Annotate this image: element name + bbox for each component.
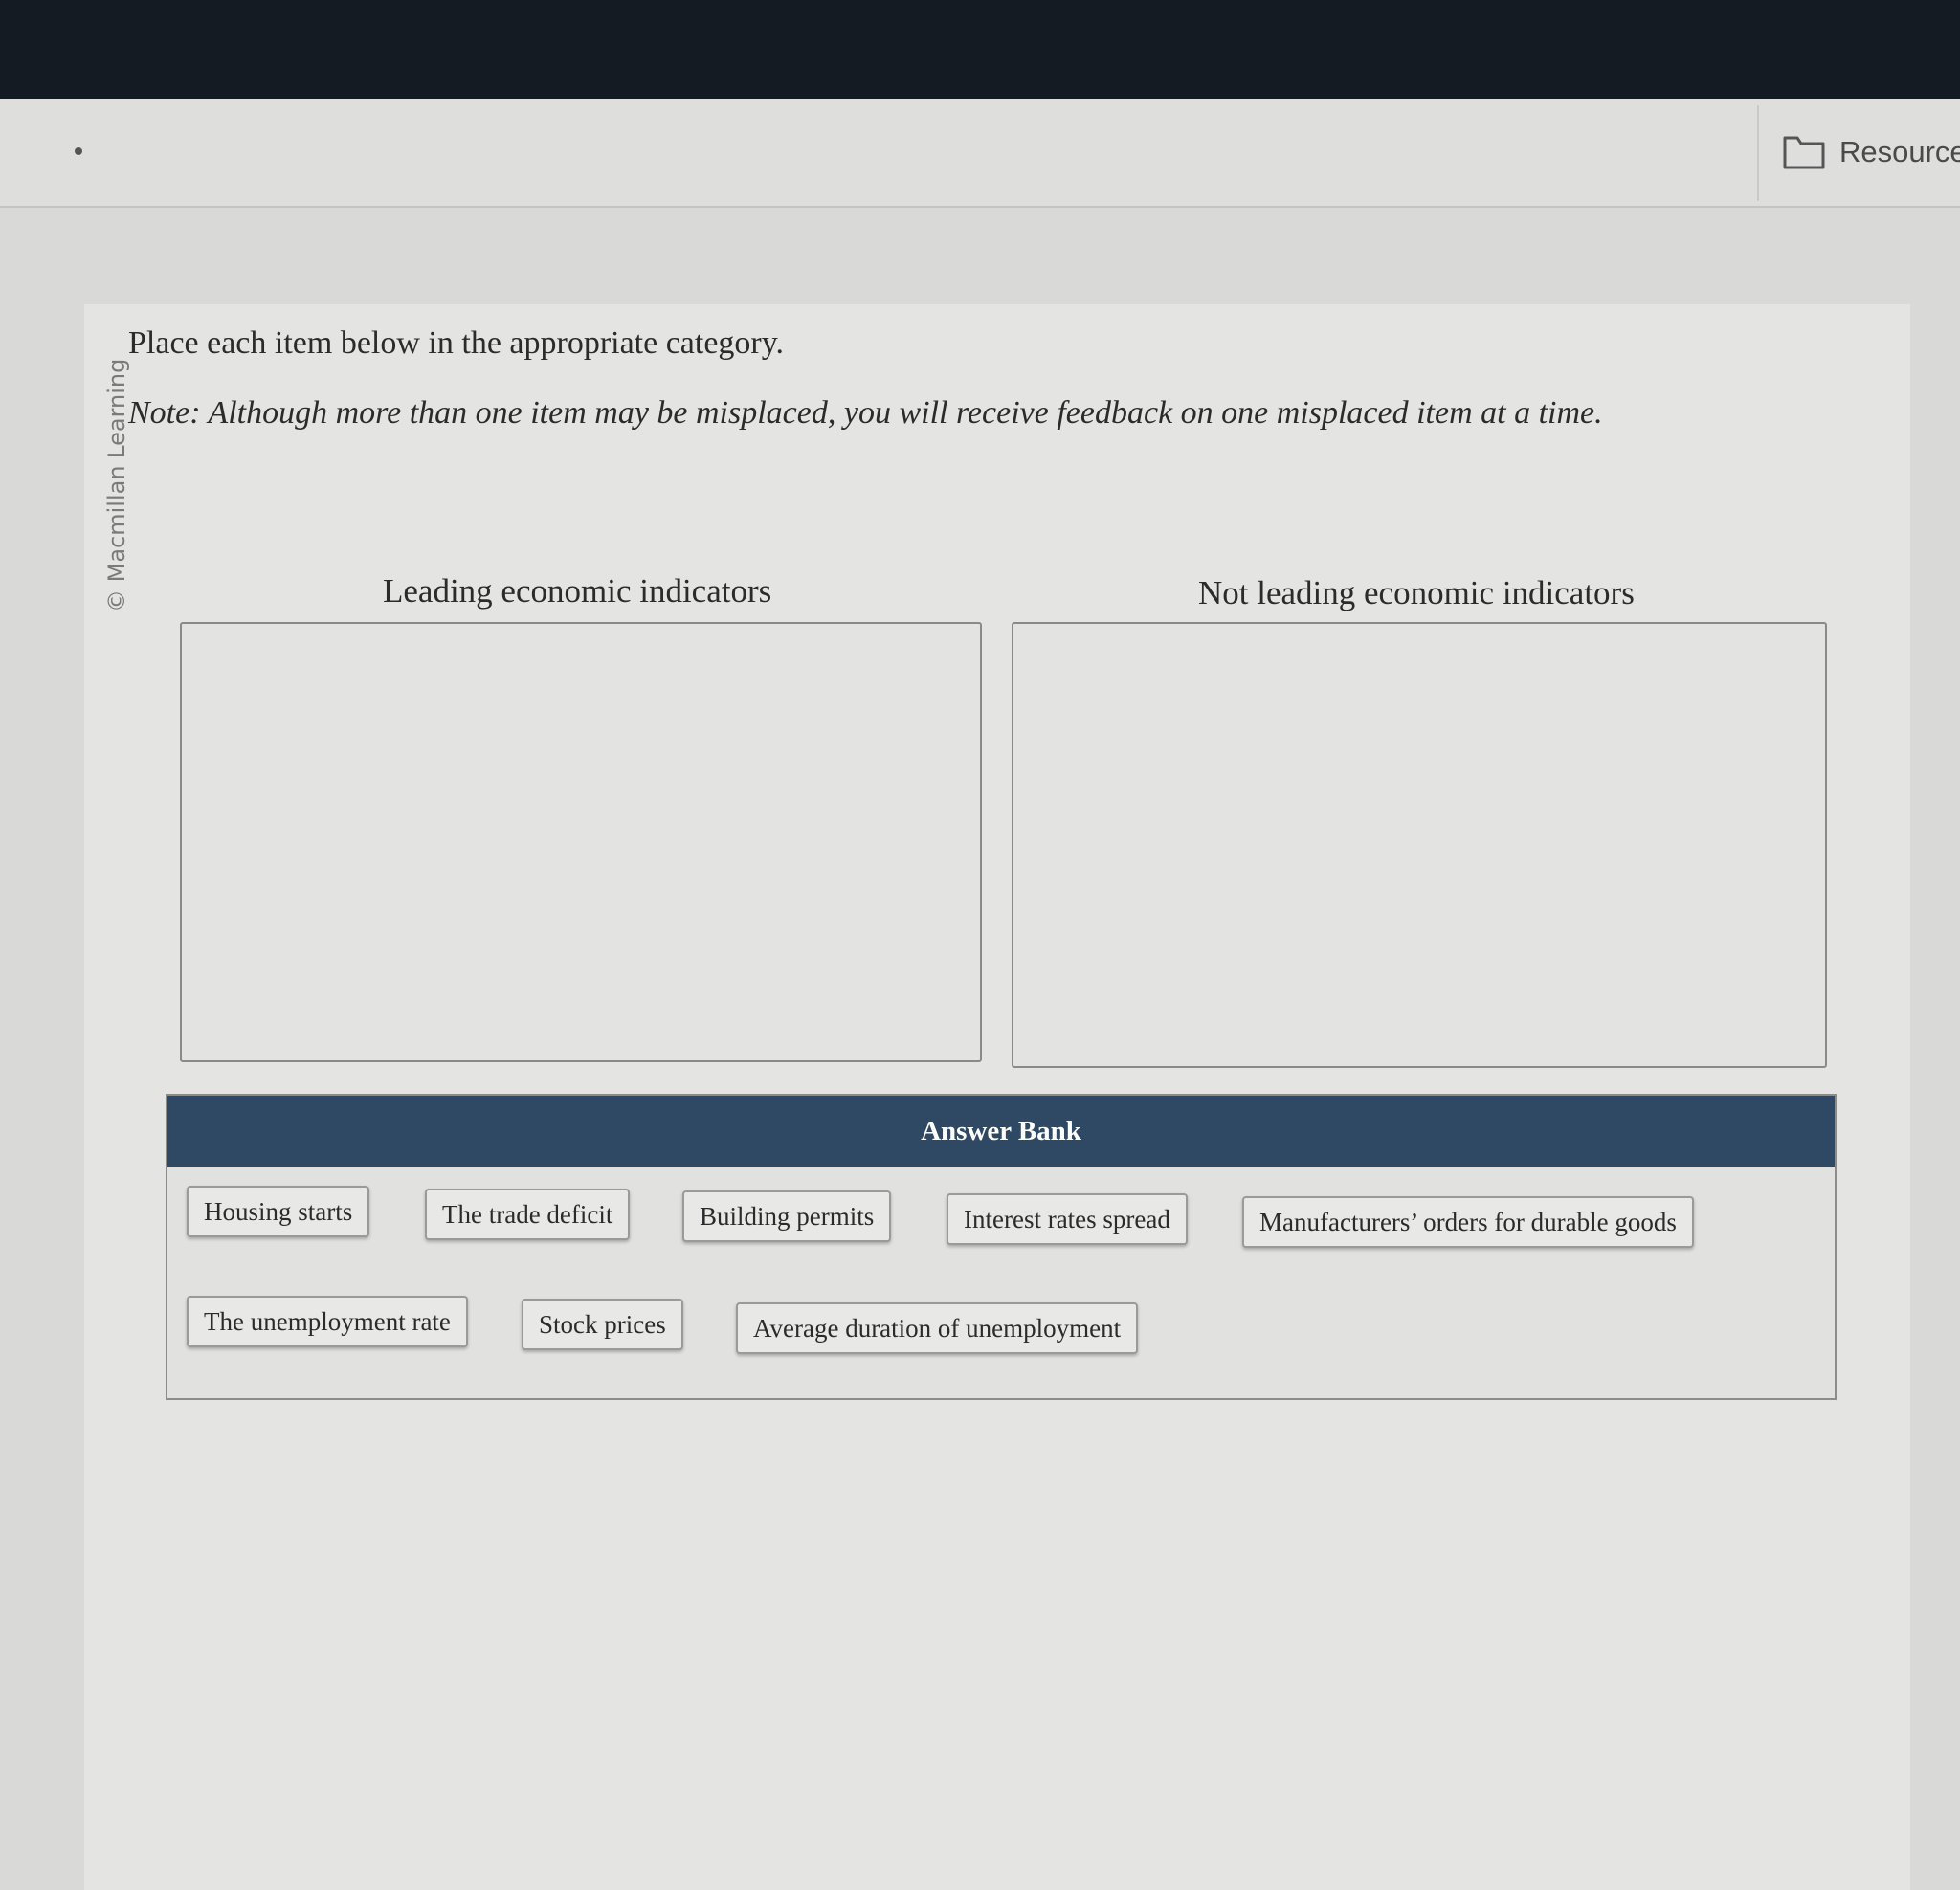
folder-icon [1783, 136, 1825, 169]
answer-bank-header: Answer Bank [167, 1096, 1835, 1167]
answer-item-duration-of-unemployment[interactable]: Average duration of unemployment [736, 1302, 1139, 1354]
resources-label: Resources [1839, 135, 1960, 168]
answer-item-interest-rates-spread[interactable]: Interest rates spread [947, 1193, 1188, 1245]
header-bar [0, 99, 1960, 208]
drop-zone-not-leading[interactable] [1012, 622, 1827, 1068]
question-instruction: Place each item below in the appropriate… [128, 325, 785, 361]
category-title-not-leading: Not leading economic indicators [1198, 574, 1635, 611]
drop-zone-leading[interactable] [180, 622, 982, 1062]
answer-item-durable-goods-orders[interactable]: Manufacturers’ orders for durable goods [1242, 1196, 1694, 1248]
top-bezel [0, 0, 1960, 99]
answer-item-building-permits[interactable]: Building permits [682, 1190, 892, 1242]
header-divider [1757, 105, 1759, 201]
answer-item-trade-deficit[interactable]: The trade deficit [425, 1189, 631, 1240]
question-note: Note: Although more than one item may be… [128, 395, 1603, 431]
answer-item-housing-starts[interactable]: Housing starts [187, 1186, 370, 1237]
copyright-label: © Macmillan Learning [103, 358, 130, 612]
answer-bank-title: Answer Bank [921, 1115, 1081, 1146]
answer-item-unemployment-rate[interactable]: The unemployment rate [187, 1296, 468, 1347]
answer-item-stock-prices[interactable]: Stock prices [522, 1299, 683, 1350]
resources-button[interactable]: Resources [1782, 128, 1960, 176]
header-dot [75, 147, 82, 155]
category-title-leading: Leading economic indicators [383, 572, 772, 610]
